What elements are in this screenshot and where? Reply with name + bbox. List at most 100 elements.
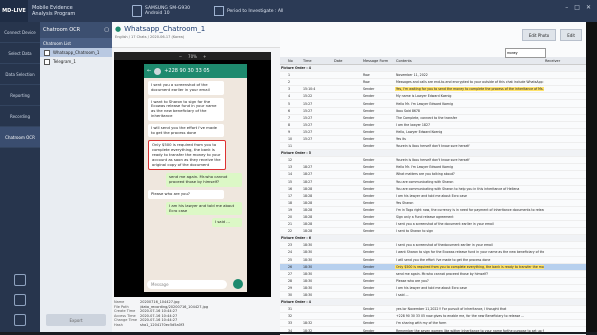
maximize-icon[interactable]: □: [574, 4, 580, 11]
group-row[interactable]: Picture Order : 4: [280, 65, 586, 73]
chatroom-name: Telegram_1: [53, 59, 76, 64]
table-row[interactable]: 11 Sender Yourein is Ibou herself don't kn…: [280, 143, 586, 151]
settings-icon[interactable]: [14, 314, 26, 326]
table-row[interactable]: 20 18:28 Sender Sign only a Fund release ag…: [280, 214, 586, 222]
table-row[interactable]: 6 15:27 Sender Ibou Said 8678: [280, 108, 586, 115]
viewer-title-text: Whatsapp_Chatroom_1: [124, 25, 206, 33]
minimize-icon[interactable]: –: [565, 4, 568, 11]
table-cell: I'm in Togo right now, the currency is i…: [396, 207, 544, 212]
mic-icon: [233, 279, 243, 289]
device-info[interactable]: SAMSUNG SM-G930 Android 10: [132, 5, 190, 17]
chat-bubble: I sent you a screenshot of the document …: [148, 81, 224, 95]
table-row[interactable]: 1 Row November 11, 2022: [280, 72, 586, 80]
edit-photo-button[interactable]: Edit Photo: [521, 29, 557, 41]
nav-chatroom-ocr[interactable]: Chatroom OCR: [0, 127, 40, 148]
table-cell: Please who are you?: [396, 278, 429, 283]
table-cell: Sender: [363, 278, 375, 283]
message-input: Message: [147, 280, 227, 289]
checkbox[interactable]: [44, 49, 50, 56]
table-row[interactable]: 31 Sender yes lor November 11,2022!! For p…: [280, 306, 586, 314]
table-cell: 15:27: [303, 101, 313, 106]
table-row[interactable]: 5 15:27 Sender Hello Mr. I'm Lawyer Edward …: [280, 100, 586, 108]
checkbox[interactable]: [44, 58, 50, 65]
close-icon[interactable]: ✕: [586, 4, 591, 11]
table-row[interactable]: 3 15:10:4 Sender Yes, I'm waiting for you t…: [280, 86, 586, 94]
table-cell: 17: [288, 193, 293, 198]
chatroom-list-label: Chatroom List: [40, 38, 112, 48]
nav-select-data[interactable]: Select Data: [0, 43, 40, 64]
export-button[interactable]: Export: [46, 314, 106, 326]
zoom-out-icon[interactable]: −: [179, 54, 182, 59]
nav-connect-device[interactable]: Connect Device: [0, 22, 40, 43]
table-row[interactable]: 34 18:32 Sender Remember the seven women li…: [280, 327, 586, 335]
table-cell: Sender: [363, 158, 375, 163]
table-row[interactable]: 33 18:32 Sender I'm sharing with my of the …: [280, 320, 586, 328]
col-header[interactable]: Receiver: [544, 59, 585, 63]
table-row[interactable]: 21 18:28 Sender I sent you a screenshot of …: [280, 221, 586, 229]
group-row[interactable]: Picture Order : 6: [280, 235, 586, 243]
table-cell: yes lor November 11,2022!! For pursuit o…: [396, 307, 507, 312]
table-row[interactable]: 32 Sender +228 90 30 33 05 now gives to en…: [280, 313, 586, 321]
table-cell: 20: [288, 215, 293, 220]
table-row[interactable]: 27 18:30 Sender send me again. Mr.who canno…: [280, 271, 586, 278]
col-header[interactable]: Date: [333, 59, 362, 63]
table-row[interactable]: 15 18:27 Sender You are communicating with …: [280, 179, 586, 186]
chatroom-header-label: Chatroom OCR: [43, 27, 81, 33]
back-icon: ←: [147, 68, 152, 74]
table-cell: Hello Mr. I'm Lawyer Edward Koenig: [396, 165, 453, 170]
period-selector[interactable]: Period to Investigate : All: [213, 6, 283, 16]
search-input[interactable]: [505, 47, 546, 58]
table-row[interactable]: 23 18:30 Sender I sent you a screenshot of …: [280, 242, 586, 250]
table-cell: Yes Sharon: [396, 200, 414, 205]
table-row[interactable]: 26 18:30 Sender Only $500 is required from …: [280, 263, 586, 271]
table-cell: 18:30: [303, 293, 313, 298]
document-icon[interactable]: [14, 274, 26, 286]
table-cell: Sender: [363, 136, 375, 141]
table-cell: 15:27: [303, 136, 313, 141]
col-header[interactable]: Message Form: [362, 59, 395, 63]
table-row[interactable]: 14 18:27 Sender What matters are you talkin…: [280, 171, 586, 179]
group-row[interactable]: Picture Order : 4: [280, 299, 586, 307]
table-row[interactable]: 24 18:30 Sender I want Sharon to sign for t…: [280, 249, 586, 257]
nav-reporting[interactable]: Reporting: [0, 85, 40, 106]
table-row[interactable]: 16 18:28 Sender You are communicating with …: [280, 186, 586, 193]
table-cell: 18:28: [303, 229, 313, 234]
folder-icon[interactable]: ▢: [104, 27, 109, 33]
table-row[interactable]: 28 18:30 Sender Please who are you?: [280, 278, 586, 285]
table-row[interactable]: 18 18:28 Sender Yes Sharon: [280, 200, 586, 207]
nav-recording[interactable]: Recording: [0, 106, 40, 127]
zoom-level[interactable]: 70%: [188, 54, 197, 59]
table-cell: Row: [363, 80, 370, 85]
table-row[interactable]: 9 15:27 Sender Hello, Lawyer Edward Koenig: [280, 129, 586, 136]
group-row[interactable]: Picture Order : 5: [280, 150, 586, 158]
table-row[interactable]: 22 18:28 Sender I sent to Sharon to sign: [280, 228, 586, 236]
col-header[interactable]: No: [287, 59, 302, 63]
table-row[interactable]: 10 15:27 Sender Yes its: [280, 136, 586, 144]
table-cell: 18:28: [303, 200, 313, 205]
table-row[interactable]: 12 Sender Yourein is Ibou herself don't kn…: [280, 157, 586, 165]
chatroom-item[interactable]: Whatsapp_Chatroom_1: [40, 48, 112, 57]
table-cell: 14: [288, 172, 293, 177]
table-row[interactable]: 7 15:27 Sender The Complete, connect to the…: [280, 115, 586, 122]
edit-button[interactable]: Edit: [560, 29, 582, 41]
chat-bubble: send me again. Mr.who cannot proceed tho…: [166, 173, 242, 187]
table-row[interactable]: 8 15:27 Sender I am the lawyer 1827: [280, 122, 586, 129]
table-cell: Only $500 is required from you to comple…: [395, 264, 544, 269]
group-label: Picture Order : 5: [281, 151, 311, 156]
table-row[interactable]: 30 18:30 Sender I said ...: [280, 292, 586, 300]
table-row[interactable]: 4 15:22 Sender My name is Lawyer Edward Koe…: [280, 93, 586, 101]
folder-icon[interactable]: [14, 294, 26, 306]
table-row[interactable]: 19 18:28 Sender I'm in Togo right now, the …: [280, 207, 586, 214]
table-cell: 12: [288, 158, 293, 163]
table-row[interactable]: 2 Row Messages and calls are end-to-end en…: [280, 79, 586, 87]
col-header[interactable]: Time: [302, 59, 333, 63]
chatroom-item[interactable]: Telegram_1: [40, 57, 112, 66]
table-row[interactable]: 17 18:28 Sender I am his lawyer and told me…: [280, 193, 586, 200]
zoom-in-icon[interactable]: +: [203, 54, 206, 59]
table-row[interactable]: 29 18:30 Sender I am his lawyer and told me…: [280, 285, 586, 292]
table-row[interactable]: 25 18:30 Sender I will send you the effort …: [280, 257, 586, 264]
table-row[interactable]: 13 18:27 Sender Hello Mr. I'm Lawyer Edward…: [280, 164, 586, 172]
chat-bubble: I said ...: [212, 218, 242, 228]
nav-data-selection[interactable]: Data Selection: [0, 64, 40, 85]
col-header[interactable]: Contents: [395, 59, 544, 63]
